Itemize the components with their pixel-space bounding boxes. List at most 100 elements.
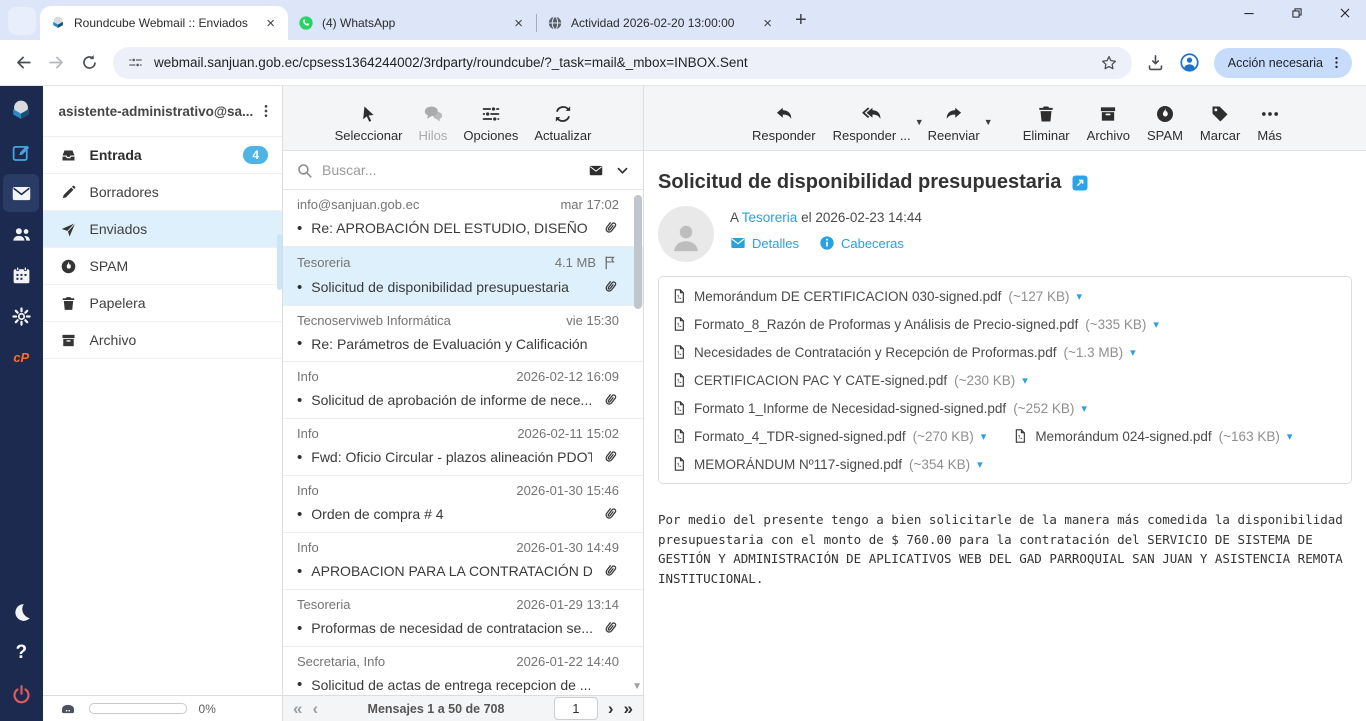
- kebab-menu-icon[interactable]: [1329, 55, 1344, 70]
- eliminar-button[interactable]: Eliminar: [1023, 104, 1070, 143]
- recipient-link[interactable]: Tesoreria: [742, 210, 798, 225]
- sidebar-item-dark-mode[interactable]: [3, 593, 39, 631]
- folder-item-enviados[interactable]: Enviados: [43, 211, 282, 248]
- message-row[interactable]: Info2026-01-30 14:49•APROBACION PARA LA …: [283, 533, 643, 590]
- hilos-button[interactable]: Hilos: [419, 104, 448, 143]
- attachment-menu-icon[interactable]: ▾: [1130, 346, 1136, 359]
- message-row[interactable]: Info2026-02-12 16:09•Solicitud de aproba…: [283, 362, 643, 419]
- details-toggle[interactable]: Detalles: [730, 235, 799, 251]
- sidebar-item-mail[interactable]: [3, 174, 39, 212]
- attachment-item[interactable]: Formato_8_Razón de Proformas y Análisis …: [671, 310, 1159, 338]
- folder-item-papelera[interactable]: Papelera: [43, 285, 282, 322]
- first-page-icon[interactable]: «: [293, 700, 302, 717]
- message-row[interactable]: Tesoreria2026-01-29 13:14•Proformas de n…: [283, 590, 643, 647]
- responder-button[interactable]: Responder: [752, 104, 816, 143]
- sidebar-item-calendar[interactable]: [3, 256, 39, 294]
- attachment-item[interactable]: Formato_4_TDR-signed-signed.pdf(~270 KB)…: [671, 422, 986, 450]
- forward-icon[interactable]: [47, 53, 66, 72]
- sidebar-item-roundcube-logo[interactable]: [3, 92, 39, 130]
- message-row[interactable]: Tecnoserviweb Informáticavie 15:30•Re: P…: [283, 306, 643, 362]
- dropdown-caret-icon[interactable]: ▼: [915, 117, 924, 127]
- search-bar[interactable]: Buscar...: [283, 151, 643, 190]
- minimize-icon[interactable]: [1242, 6, 1256, 20]
- reload-icon[interactable]: [80, 53, 99, 72]
- message-row[interactable]: info@sanjuan.gob.ecmar 17:02•Re: APROBAC…: [283, 190, 643, 247]
- message-row[interactable]: Info2026-01-30 15:46•Orden de compra # 4: [283, 476, 643, 533]
- tab-close-icon[interactable]: ×: [511, 16, 526, 31]
- message-row[interactable]: Info2026-02-11 15:02•Fwd: Oficio Circula…: [283, 419, 643, 476]
- sidebar-item-help[interactable]: ?: [3, 634, 39, 672]
- attachment-item[interactable]: MEMORÁNDUM Nº117-signed.pdf(~354 KB)▾: [671, 450, 983, 478]
- seleccionar-button[interactable]: Seleccionar: [335, 104, 403, 143]
- sidebar-item-settings[interactable]: [3, 297, 39, 335]
- envelope-icon: [730, 235, 746, 251]
- responder-button[interactable]: Responder ...▼: [833, 104, 911, 143]
- attachment-item[interactable]: Memorándum DE CERTIFICACION 030-signed.p…: [671, 282, 1082, 310]
- attachment-item[interactable]: Memorándum 024-signed.pdf(~163 KB)▾: [1012, 422, 1292, 450]
- tab-close-icon[interactable]: ×: [263, 16, 278, 31]
- url-bar[interactable]: webmail.sanjuan.gob.ec/cpsess1364244002/…: [113, 47, 1132, 79]
- attachment-menu-icon[interactable]: ▾: [1081, 402, 1087, 415]
- attachment-menu-icon[interactable]: ▾: [1077, 290, 1083, 303]
- action-needed-button[interactable]: Acción necesaria: [1214, 48, 1352, 78]
- browser-tab[interactable]: Roundcube Webmail :: Enviados×: [40, 6, 288, 40]
- folder-item-borradores[interactable]: Borradores: [43, 174, 282, 211]
- attachment-item[interactable]: Formato 1_Informe de Necesidad-signed-si…: [671, 394, 1087, 422]
- new-tab-button[interactable]: +: [795, 9, 807, 32]
- folder-item-entrada[interactable]: Entrada4: [43, 137, 282, 174]
- attachment-name: Memorándum 024-signed.pdf: [1035, 429, 1211, 444]
- open-in-new-window-icon[interactable]: [1071, 174, 1089, 192]
- bookmark-star-icon[interactable]: [1100, 54, 1118, 72]
- tab-search-button[interactable]: [8, 7, 36, 35]
- attachment-menu-icon[interactable]: ▾: [981, 430, 987, 443]
- attachment-item[interactable]: Necesidades de Contratación y Recepción …: [671, 338, 1136, 366]
- reenviar-button[interactable]: Reenviar▼: [928, 104, 980, 143]
- sidebar-item-logout[interactable]: [3, 675, 39, 713]
- browser-tab[interactable]: Actividad 2026-02-20 13:00:00×: [537, 6, 785, 40]
- sidebar-item-contacts[interactable]: [3, 215, 39, 253]
- scope-mail-icon[interactable]: [586, 163, 606, 178]
- folder-actions-icon[interactable]: [258, 103, 274, 119]
- button-label: Responder ...: [833, 128, 911, 143]
- folder-item-archivo[interactable]: Archivo: [43, 322, 282, 359]
- account-header[interactable]: asistente-administrativo@sa...: [43, 86, 282, 137]
- attachment-menu-icon[interactable]: ▾: [977, 458, 983, 471]
- message-row[interactable]: Secretaria, Info2026-01-22 14:40•Solicit…: [283, 647, 643, 695]
- close-icon[interactable]: [1338, 6, 1352, 20]
- sidebar-item-compose[interactable]: [3, 133, 39, 171]
- back-icon[interactable]: [14, 53, 33, 72]
- cpanel-icon: cP: [13, 350, 29, 365]
- search-options-icon[interactable]: [615, 163, 630, 178]
- marcar-button[interactable]: Marcar: [1200, 104, 1240, 143]
- attachment-menu-icon[interactable]: ▾: [1287, 430, 1293, 443]
- message-date: 2026-01-30 14:49: [516, 540, 619, 555]
- prev-page-icon[interactable]: ‹: [312, 700, 318, 717]
- spam-button[interactable]: SPAM: [1147, 104, 1183, 143]
- attachment-menu-icon[interactable]: ▾: [1153, 318, 1159, 331]
- site-settings-icon[interactable]: [127, 54, 144, 71]
- last-page-icon[interactable]: »: [624, 700, 633, 717]
- download-icon[interactable]: [1146, 53, 1165, 72]
- opciones-button[interactable]: Opciones: [463, 104, 518, 143]
- actualizar-button[interactable]: Actualizar: [534, 104, 591, 143]
- next-page-icon[interactable]: ›: [608, 700, 614, 717]
- page-input[interactable]: 1: [554, 697, 598, 720]
- tab-close-icon[interactable]: ×: [760, 16, 775, 31]
- attachment-item[interactable]: CERTIFICACION PAC Y CATE-signed.pdf(~230…: [671, 366, 1028, 394]
- search-input[interactable]: Buscar...: [322, 162, 577, 178]
- headers-toggle[interactable]: Cabeceras: [819, 235, 904, 251]
- sidebar-item-cpanel[interactable]: cP: [3, 338, 39, 376]
- dropdown-caret-icon[interactable]: ▼: [984, 117, 993, 127]
- folder-scrollbar[interactable]: [277, 234, 282, 290]
- folder-item-spam[interactable]: SPAM: [43, 248, 282, 285]
- restore-icon[interactable]: [1290, 6, 1304, 20]
- profile-icon[interactable]: [1179, 52, 1200, 73]
- más-button[interactable]: Más: [1257, 104, 1282, 143]
- scroll-down-icon[interactable]: ▼: [632, 681, 642, 692]
- recipient-line: A Tesoreria el 2026-02-23 14:44: [730, 210, 922, 225]
- attachment-menu-icon[interactable]: ▾: [1022, 374, 1028, 387]
- browser-tab[interactable]: (4) WhatsApp×: [288, 6, 536, 40]
- archivo-button[interactable]: Archivo: [1087, 104, 1130, 143]
- message-row[interactable]: Tesoreria4.1 MB•Solicitud de disponibili…: [283, 247, 643, 306]
- list-scrollbar[interactable]: [634, 195, 642, 309]
